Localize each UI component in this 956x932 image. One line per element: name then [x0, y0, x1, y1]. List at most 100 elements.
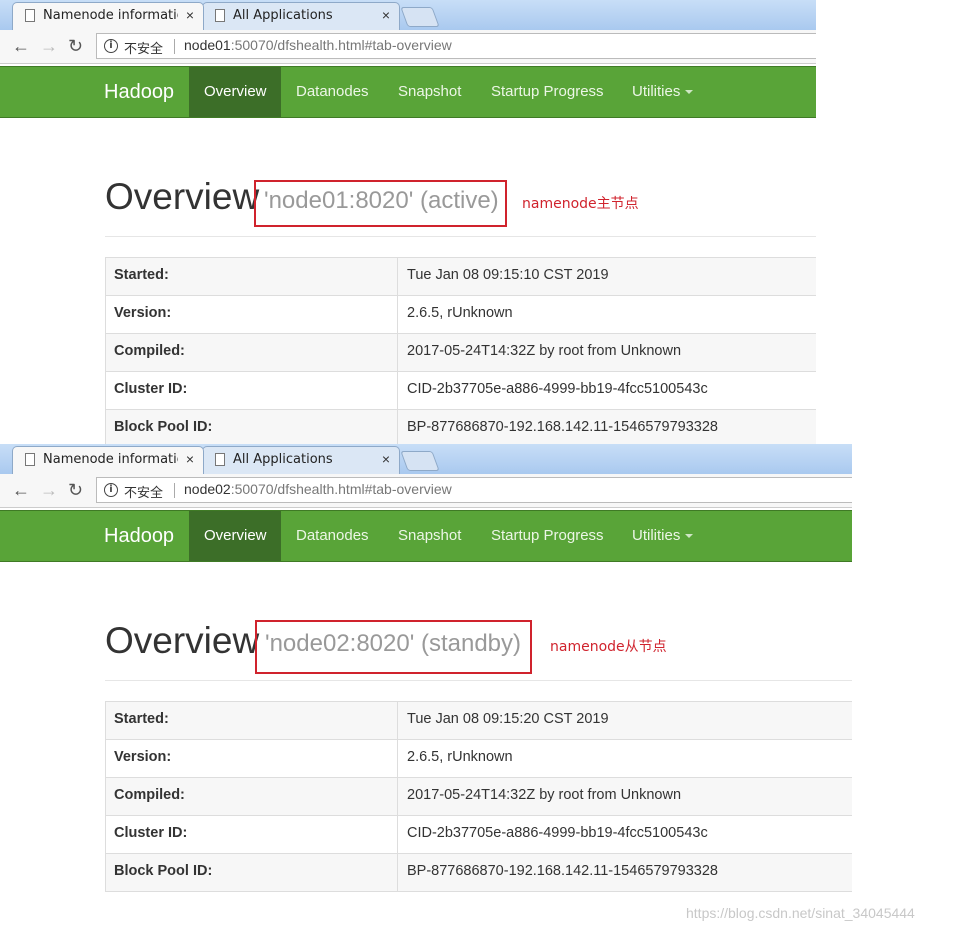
forward-arrow-icon[interactable]: →: [40, 480, 58, 500]
nav-utilities[interactable]: Utilities: [617, 511, 708, 561]
tab-namenode-information[interactable]: Namenode information ×: [12, 446, 204, 474]
row-label: Started:: [105, 702, 398, 739]
browser-screenshot-node01: Namenode information × All Applications …: [0, 0, 816, 444]
row-value: 2.6.5, rUnknown: [407, 305, 513, 321]
divider: [105, 680, 852, 681]
row-label: Compiled:: [105, 334, 398, 371]
highlight-box: 'node01:8020' (active): [254, 180, 507, 227]
tab-all-applications[interactable]: All Applications ×: [202, 2, 400, 30]
namenode-host-status: 'node02:8020' (standby): [265, 630, 522, 657]
table-row: Version: 2.6.5, rUnknown: [105, 740, 852, 778]
nav-snapshot[interactable]: Snapshot: [383, 511, 476, 561]
nav-datanodes[interactable]: Datanodes: [281, 511, 384, 561]
table-row: Compiled: 2017-05-24T14:32Z by root from …: [105, 778, 852, 816]
caret-down-icon: [685, 534, 694, 539]
browser-screenshot-node02: Namenode information × All Applications …: [0, 444, 852, 894]
nav-utilities-label: Utilities: [632, 83, 681, 100]
row-label: Block Pool ID:: [105, 410, 398, 444]
row-label: Version:: [105, 740, 398, 777]
tab-title: Namenode information: [43, 452, 178, 467]
annotation-label: namenode主节点: [522, 196, 639, 212]
highlight-box: 'node02:8020' (standby): [255, 620, 532, 674]
brand-logo[interactable]: Hadoop: [104, 81, 174, 104]
table-row: Started: Tue Jan 08 09:15:20 CST 2019: [105, 702, 852, 740]
table-row: Started: Tue Jan 08 09:15:10 CST 2019: [105, 258, 816, 296]
back-arrow-icon[interactable]: ←: [12, 36, 30, 56]
tab-all-applications[interactable]: All Applications ×: [202, 446, 400, 474]
close-icon[interactable]: ×: [382, 451, 390, 467]
overview-table: Started: Tue Jan 08 09:15:20 CST 2019 Ver…: [105, 701, 852, 892]
row-value: CID-2b37705e-a886-4999-bb19-4fcc5100543c: [407, 381, 708, 397]
row-value: CID-2b37705e-a886-4999-bb19-4fcc5100543c: [407, 825, 708, 841]
row-label: Cluster ID:: [105, 816, 398, 853]
row-label: Version:: [105, 296, 398, 333]
close-icon[interactable]: ×: [186, 451, 194, 467]
info-icon[interactable]: i: [104, 483, 118, 497]
page-icon: [25, 9, 35, 22]
divider: [105, 236, 816, 237]
close-icon[interactable]: ×: [382, 7, 390, 23]
url-host: node01: [184, 37, 231, 53]
url-text[interactable]: node01:50070/dfshealth.html#tab-overview: [184, 37, 452, 53]
row-value: BP-877686870-192.168.142.11-154657979332…: [407, 863, 718, 879]
address-bar: ← → ↻ i 不安全 node02:50070/dfshealth.html#…: [0, 474, 852, 508]
row-value: Tue Jan 08 09:15:20 CST 2019: [407, 711, 609, 727]
row-value: BP-877686870-192.168.142.11-154657979332…: [407, 419, 718, 435]
divider: [174, 483, 175, 498]
row-label: Started:: [105, 258, 398, 295]
divider: [174, 39, 175, 54]
table-row: Block Pool ID: BP-877686870-192.168.142.1…: [105, 410, 816, 444]
namenode-host-status: 'node01:8020' (active): [264, 187, 499, 214]
nav-startup-progress[interactable]: Startup Progress: [476, 511, 619, 561]
url-field[interactable]: i 不安全 node01:50070/dfshealth.html#tab-ov…: [96, 33, 816, 59]
forward-arrow-icon[interactable]: →: [40, 36, 58, 56]
row-value: 2017-05-24T14:32Z by root from Unknown: [407, 343, 682, 359]
close-icon[interactable]: ×: [186, 7, 194, 23]
tab-title: All Applications: [233, 8, 333, 23]
new-tab-button[interactable]: [400, 7, 440, 27]
insecure-label: 不安全: [124, 486, 164, 501]
row-label: Compiled:: [105, 778, 398, 815]
page-title: Overview: [105, 176, 260, 217]
nav-snapshot[interactable]: Snapshot: [383, 67, 476, 117]
annotation-label: namenode从节点: [550, 639, 667, 655]
tab-strip: Namenode information × All Applications …: [0, 0, 816, 30]
tab-namenode-information[interactable]: Namenode information ×: [12, 2, 204, 30]
tab-title: All Applications: [233, 452, 333, 467]
table-row: Compiled: 2017-05-24T14:32Z by root from …: [105, 334, 816, 372]
new-tab-button[interactable]: [400, 451, 440, 471]
row-label: Block Pool ID:: [105, 854, 398, 891]
table-row: Version: 2.6.5, rUnknown: [105, 296, 816, 334]
url-path: :50070/dfshealth.html#tab-overview: [230, 37, 452, 53]
watermark-text: https://blog.csdn.net/sinat_34045444: [686, 905, 915, 921]
row-value: 2.6.5, rUnknown: [407, 749, 513, 765]
insecure-label: 不安全: [124, 42, 164, 57]
url-field[interactable]: i 不安全 node02:50070/dfshealth.html#tab-ov…: [96, 477, 852, 503]
row-label: Cluster ID:: [105, 372, 398, 409]
page-icon: [25, 453, 35, 466]
brand-logo[interactable]: Hadoop: [104, 525, 174, 548]
caret-down-icon: [685, 90, 694, 95]
back-arrow-icon[interactable]: ←: [12, 480, 30, 500]
table-row: Cluster ID: CID-2b37705e-a886-4999-bb19-4…: [105, 372, 816, 410]
nav-overview[interactable]: Overview: [189, 511, 281, 561]
reload-icon[interactable]: ↻: [68, 36, 83, 56]
hadoop-navbar: Hadoop Overview Datanodes Snapshot Start…: [0, 510, 852, 562]
nav-overview[interactable]: Overview: [189, 67, 281, 117]
nav-utilities[interactable]: Utilities: [617, 67, 708, 117]
nav-startup-progress[interactable]: Startup Progress: [476, 67, 619, 117]
hadoop-navbar: Hadoop Overview Datanodes Snapshot Start…: [0, 66, 816, 118]
row-value: Tue Jan 08 09:15:10 CST 2019: [407, 267, 609, 283]
table-row: Cluster ID: CID-2b37705e-a886-4999-bb19-4…: [105, 816, 852, 854]
reload-icon[interactable]: ↻: [68, 480, 83, 500]
row-value: 2017-05-24T14:32Z by root from Unknown: [407, 787, 682, 803]
url-path: :50070/dfshealth.html#tab-overview: [230, 481, 452, 497]
info-icon[interactable]: i: [104, 39, 118, 53]
nav-utilities-label: Utilities: [632, 527, 681, 544]
page-icon: [215, 453, 225, 466]
page-title: Overview: [105, 620, 260, 661]
tab-title: Namenode information: [43, 8, 178, 23]
url-text[interactable]: node02:50070/dfshealth.html#tab-overview: [184, 481, 452, 497]
overview-table: Started: Tue Jan 08 09:15:10 CST 2019 Ver…: [105, 257, 816, 444]
nav-datanodes[interactable]: Datanodes: [281, 67, 384, 117]
